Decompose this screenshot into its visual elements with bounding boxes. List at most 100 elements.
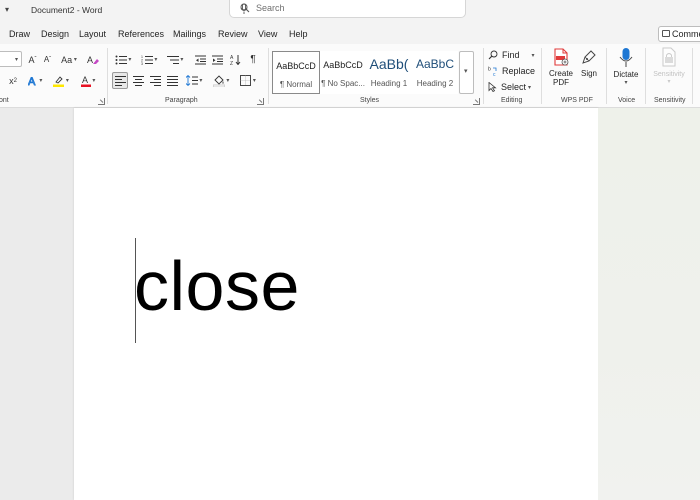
- select-button[interactable]: Select ▾: [488, 80, 536, 94]
- superscript-button[interactable]: x2: [6, 72, 20, 89]
- find-icon: [488, 50, 498, 60]
- dictate-dropdown-icon: ▾: [624, 80, 628, 86]
- line-spacing-button[interactable]: ▾: [182, 72, 206, 89]
- sign-button[interactable]: Sign: [578, 48, 600, 88]
- style-name: ¶ Normal: [279, 80, 313, 89]
- highlight-dropdown-icon: ▾: [64, 78, 69, 84]
- font-color-dropdown-icon: ▾: [90, 78, 96, 84]
- grow-font-button[interactable]: Aˆ: [26, 51, 39, 68]
- align-center-button[interactable]: [130, 72, 146, 89]
- highlight-button[interactable]: ▾: [50, 72, 72, 89]
- mic-icon[interactable]: [240, 3, 248, 15]
- group-divider: [541, 48, 542, 104]
- increase-indent-icon: [211, 55, 223, 64]
- style-heading-1[interactable]: AaBb( Heading 1: [366, 51, 412, 94]
- bullets-dropdown-icon: ▾: [126, 57, 132, 63]
- sign-label: Sign: [580, 69, 597, 78]
- justify-button[interactable]: [164, 72, 180, 89]
- font-color-button[interactable]: A ▾: [77, 72, 99, 89]
- numbering-dropdown-icon: ▾: [152, 57, 158, 63]
- document-page[interactable]: close: [74, 108, 598, 500]
- create-pdf-button[interactable]: Create PDF: [546, 48, 576, 94]
- styles-group-label: Styles: [360, 97, 380, 104]
- group-divider: [645, 48, 646, 104]
- comments-button[interactable]: Comments: [658, 26, 700, 42]
- svg-text:3: 3: [141, 62, 143, 65]
- align-left-button[interactable]: [112, 72, 128, 89]
- sensitivity-button[interactable]: Sensitivity ▾: [649, 47, 689, 93]
- find-label: Find: [502, 50, 520, 60]
- group-divider: [268, 48, 269, 104]
- styles-gallery-more-button[interactable]: ▾: [459, 51, 474, 94]
- borders-icon: [240, 75, 252, 86]
- create-pdf-label: Create PDF: [548, 69, 573, 87]
- style-sample: AaBbCcD: [276, 61, 316, 71]
- document-body-text[interactable]: close: [134, 246, 300, 326]
- svg-text:A: A: [82, 75, 88, 85]
- style-sample: AaBb(: [369, 56, 409, 72]
- font-group-label: ont: [0, 97, 9, 104]
- style-sample: AaBbCcD: [323, 60, 363, 70]
- dictate-button[interactable]: Dictate ▾: [611, 47, 641, 93]
- dictate-mic-icon: [619, 48, 633, 67]
- clear-formatting-button[interactable]: A: [86, 51, 100, 68]
- pilcrow-icon: ¶: [250, 54, 256, 65]
- voice-group-label: Voice: [618, 97, 636, 104]
- tab-help[interactable]: Help: [289, 29, 308, 39]
- shading-bucket-icon: [212, 74, 225, 87]
- text-effects-button[interactable]: A ▾: [24, 72, 46, 89]
- sign-pen-icon: [582, 50, 596, 64]
- sort-icon: A Z: [230, 55, 240, 65]
- styles-dialog-launcher-icon[interactable]: [473, 98, 480, 105]
- tab-view[interactable]: View: [258, 29, 277, 39]
- tab-mailings[interactable]: Mailings: [173, 29, 206, 39]
- borders-button[interactable]: ▾: [236, 72, 260, 89]
- replace-button[interactable]: b c Replace: [488, 64, 536, 78]
- style-name: Heading 1: [370, 79, 408, 88]
- search-box[interactable]: Search: [229, 0, 466, 18]
- text-effects-icon: A: [28, 76, 36, 86]
- svg-text:A: A: [28, 76, 36, 86]
- quick-access-chevron-icon[interactable]: ▾: [5, 5, 9, 14]
- document-canvas: close: [0, 108, 700, 500]
- tab-review[interactable]: Review: [218, 29, 248, 39]
- svg-text:b: b: [488, 67, 491, 73]
- change-case-button[interactable]: Aa ▾: [58, 51, 80, 68]
- multilevel-list-button[interactable]: ▾: [164, 51, 186, 68]
- styles-gallery: AaBbCcD ¶ Normal AaBbCcD ¶ No Spac... Aa…: [272, 51, 458, 94]
- numbering-button[interactable]: 1 2 3 ▾: [138, 51, 160, 68]
- style-no-spacing[interactable]: AaBbCcD ¶ No Spac...: [320, 51, 366, 94]
- find-dropdown-icon: ▾: [531, 52, 535, 59]
- font-dialog-launcher-icon[interactable]: [98, 98, 105, 105]
- increase-indent-button[interactable]: [210, 51, 224, 68]
- svg-text:A: A: [87, 55, 93, 65]
- create-pdf-icon: [554, 48, 569, 66]
- paragraph-dialog-launcher-icon[interactable]: [257, 98, 264, 105]
- style-heading-2[interactable]: AaBbC Heading 2: [412, 51, 458, 94]
- shading-button[interactable]: ▾: [209, 72, 233, 89]
- show-formatting-marks-button[interactable]: ¶: [246, 51, 260, 68]
- tab-layout[interactable]: Layout: [79, 29, 106, 39]
- line-spacing-icon: [185, 75, 198, 86]
- align-right-button[interactable]: [147, 72, 163, 89]
- more-styles-chevron-icon: ▾: [464, 68, 468, 75]
- ribbon-tabs: Draw Design Layout References Mailings R…: [0, 24, 700, 44]
- find-button[interactable]: Find ▾: [488, 48, 536, 62]
- shrink-font-button[interactable]: Aˇ: [41, 51, 54, 68]
- sort-button[interactable]: A Z: [228, 51, 242, 68]
- decrease-indent-button[interactable]: [193, 51, 207, 68]
- wps-pdf-group-label: WPS PDF: [561, 97, 593, 104]
- style-name: Heading 2: [416, 79, 454, 88]
- paragraph-group-label: Paragraph: [165, 97, 198, 104]
- tab-design[interactable]: Design: [41, 29, 69, 39]
- comments-label: Comments: [672, 29, 700, 39]
- font-size-box[interactable]: ▾: [0, 51, 22, 67]
- sensitivity-dropdown-icon: ▾: [667, 79, 671, 85]
- select-dropdown-icon: ▾: [528, 84, 532, 91]
- bullets-button[interactable]: ▾: [112, 51, 134, 68]
- tab-references[interactable]: References: [118, 29, 164, 39]
- style-normal[interactable]: AaBbCcD ¶ Normal: [272, 51, 320, 94]
- change-case-dropdown-icon: ▾: [72, 57, 77, 63]
- ribbon: ▾ Aˆ Aˇ Aa ▾ A x2 A ▾ ▾ A ▾ ont ▾ 1 2 3 …: [0, 44, 700, 108]
- tab-draw[interactable]: Draw: [9, 29, 30, 39]
